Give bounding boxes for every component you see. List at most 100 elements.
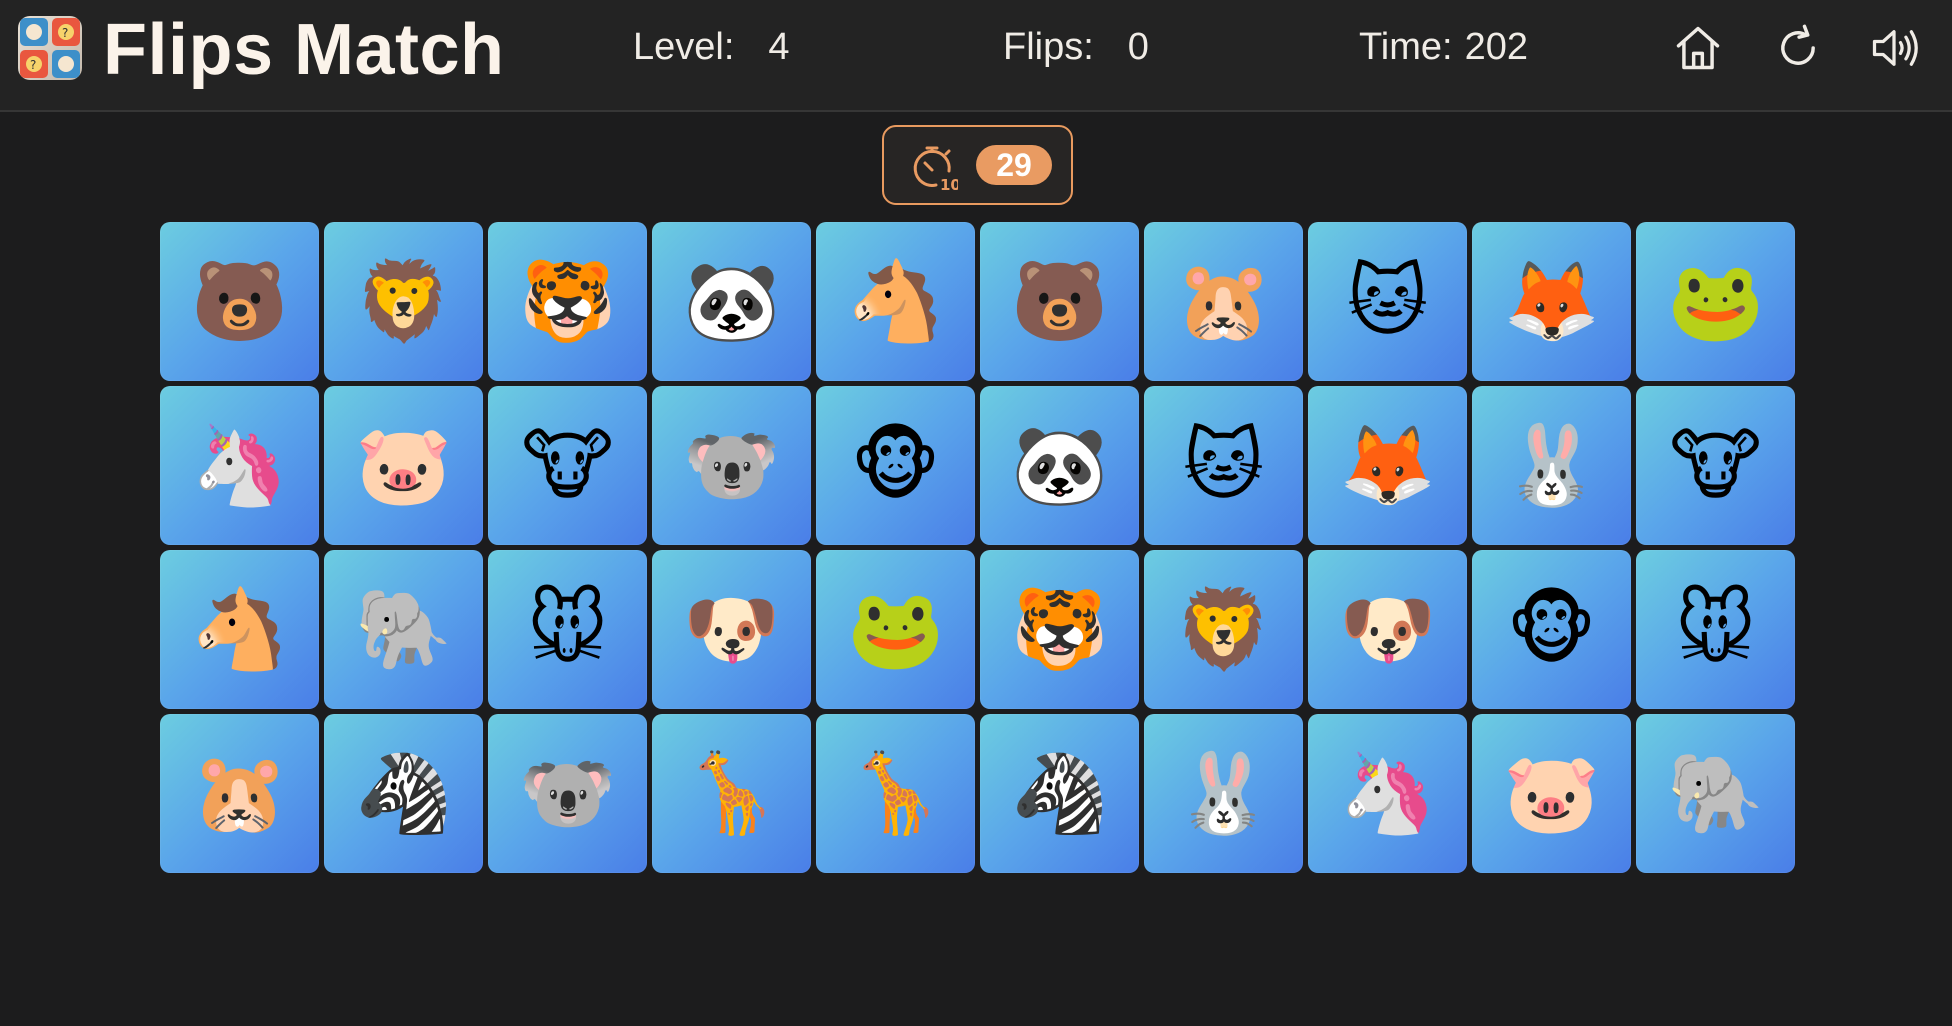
card-koala[interactable]: 🐨 bbox=[652, 386, 811, 545]
monkey-icon: 🐵 bbox=[850, 420, 941, 511]
lion-icon: 🦁 bbox=[354, 256, 453, 347]
fox-icon: 🦊 bbox=[1502, 256, 1601, 347]
monkey-icon: 🐵 bbox=[1506, 584, 1597, 675]
mouse-icon: 🐭 bbox=[526, 584, 609, 675]
card-fox[interactable]: 🦊 bbox=[1308, 386, 1467, 545]
tiger-icon: 🐯 bbox=[1010, 584, 1109, 675]
card-fox[interactable]: 🦊 bbox=[1472, 222, 1631, 381]
card-elephant[interactable]: 🐘 bbox=[324, 550, 483, 709]
flips-label: Flips: bbox=[1003, 26, 1094, 68]
mouse-icon: 🐭 bbox=[1674, 584, 1757, 675]
flips-stat: Flips: 0 bbox=[1003, 22, 1149, 72]
tiger-icon: 🐯 bbox=[518, 256, 617, 347]
time-label: Time: bbox=[1359, 26, 1453, 68]
panda-icon: 🐼 bbox=[1010, 420, 1109, 511]
card-horse[interactable]: 🐴 bbox=[160, 550, 319, 709]
card-mouse[interactable]: 🐭 bbox=[488, 550, 647, 709]
frog-icon: 🐸 bbox=[846, 584, 945, 675]
game-logo: ? ? bbox=[18, 16, 82, 80]
card-unicorn[interactable]: 🦄 bbox=[160, 386, 319, 545]
card-monkey[interactable]: 🐵 bbox=[1472, 550, 1631, 709]
card-horse[interactable]: 🐴 bbox=[816, 222, 975, 381]
home-button[interactable] bbox=[1670, 20, 1726, 76]
hamster-icon: 🐹 bbox=[190, 748, 289, 839]
stopwatch-10-icon: 10 bbox=[913, 146, 958, 192]
card-cat[interactable]: 🐱 bbox=[1144, 386, 1303, 545]
card-rabbit[interactable]: 🐰 bbox=[1472, 386, 1631, 545]
card-tiger[interactable]: 🐯 bbox=[980, 550, 1139, 709]
level-stat: Level: 4 bbox=[633, 22, 790, 72]
restart-button[interactable] bbox=[1770, 20, 1826, 76]
frog-icon: 🐸 bbox=[1666, 256, 1765, 347]
horse-icon: 🐴 bbox=[190, 584, 289, 675]
svg-text:?: ? bbox=[30, 58, 36, 72]
rabbit-icon: 🐰 bbox=[1502, 420, 1601, 511]
zebra-icon: 🦓 bbox=[1010, 748, 1109, 839]
lion-icon: 🦁 bbox=[1174, 584, 1273, 675]
card-unicorn[interactable]: 🦄 bbox=[1308, 714, 1467, 873]
app-title: Flips Match bbox=[103, 10, 505, 90]
card-dog[interactable]: 🐶 bbox=[1308, 550, 1467, 709]
horse-icon: 🐴 bbox=[846, 256, 945, 347]
koala-icon: 🐨 bbox=[682, 420, 781, 511]
card-koala[interactable]: 🐨 bbox=[488, 714, 647, 873]
flips-value: 0 bbox=[1127, 26, 1149, 68]
card-cow[interactable]: 🐮 bbox=[488, 386, 647, 545]
elephant-icon: 🐘 bbox=[354, 584, 453, 675]
giraffe-icon: 🦒 bbox=[846, 748, 945, 839]
card-cat[interactable]: 🐱 bbox=[1308, 222, 1467, 381]
card-rabbit[interactable]: 🐰 bbox=[1144, 714, 1303, 873]
hamster-icon: 🐹 bbox=[1174, 256, 1273, 347]
card-tiger[interactable]: 🐯 bbox=[488, 222, 647, 381]
dog-icon: 🐶 bbox=[682, 584, 781, 675]
sound-icon bbox=[1872, 30, 1918, 66]
elephant-icon: 🐘 bbox=[1666, 748, 1765, 839]
cat-icon: 🐱 bbox=[1346, 256, 1429, 347]
time-stat: Time: 202 bbox=[1359, 22, 1528, 72]
card-pig[interactable]: 🐷 bbox=[1472, 714, 1631, 873]
card-panda[interactable]: 🐼 bbox=[980, 386, 1139, 545]
card-bear[interactable]: 🐻 bbox=[160, 222, 319, 381]
level-label: Level: bbox=[633, 26, 735, 68]
svg-text:10: 10 bbox=[940, 176, 958, 192]
top-bar: ? ? Flips Match Level: 4 Flips: 0 Time: 202 bbox=[0, 0, 1952, 112]
bear-icon: 🐻 bbox=[1010, 256, 1109, 347]
card-frog[interactable]: 🐸 bbox=[1636, 222, 1795, 381]
card-lion[interactable]: 🦁 bbox=[1144, 550, 1303, 709]
card-giraffe[interactable]: 🦒 bbox=[816, 714, 975, 873]
pig-icon: 🐷 bbox=[354, 420, 453, 511]
card-hamster[interactable]: 🐹 bbox=[160, 714, 319, 873]
koala-icon: 🐨 bbox=[518, 748, 617, 839]
pig-icon: 🐷 bbox=[1502, 748, 1601, 839]
card-lion[interactable]: 🦁 bbox=[324, 222, 483, 381]
card-mouse[interactable]: 🐭 bbox=[1636, 550, 1795, 709]
card-zebra[interactable]: 🦓 bbox=[324, 714, 483, 873]
level-value: 4 bbox=[768, 26, 790, 68]
panda-icon: 🐼 bbox=[682, 256, 781, 347]
card-bear[interactable]: 🐻 bbox=[980, 222, 1139, 381]
card-monkey[interactable]: 🐵 bbox=[816, 386, 975, 545]
sound-button[interactable] bbox=[1866, 20, 1922, 76]
restart-icon bbox=[1781, 24, 1815, 65]
fox-icon: 🦊 bbox=[1338, 420, 1437, 511]
dog-icon: 🐶 bbox=[1338, 584, 1437, 675]
unicorn-icon: 🦄 bbox=[190, 420, 289, 511]
countdown-value: 29 bbox=[976, 145, 1052, 185]
cat-icon: 🐱 bbox=[1182, 420, 1265, 511]
card-cow[interactable]: 🐮 bbox=[1636, 386, 1795, 545]
card-pig[interactable]: 🐷 bbox=[324, 386, 483, 545]
cow-icon: 🐮 bbox=[1669, 420, 1762, 511]
unicorn-icon: 🦄 bbox=[1338, 748, 1437, 839]
card-frog[interactable]: 🐸 bbox=[816, 550, 975, 709]
card-panda[interactable]: 🐼 bbox=[652, 222, 811, 381]
bear-icon: 🐻 bbox=[190, 256, 289, 347]
card-dog[interactable]: 🐶 bbox=[652, 550, 811, 709]
card-giraffe[interactable]: 🦒 bbox=[652, 714, 811, 873]
card-zebra[interactable]: 🦓 bbox=[980, 714, 1139, 873]
time-value: 202 bbox=[1464, 26, 1528, 68]
cow-icon: 🐮 bbox=[521, 420, 614, 511]
card-hamster[interactable]: 🐹 bbox=[1144, 222, 1303, 381]
zebra-icon: 🦓 bbox=[354, 748, 453, 839]
card-elephant[interactable]: 🐘 bbox=[1636, 714, 1795, 873]
svg-text:?: ? bbox=[62, 26, 68, 40]
